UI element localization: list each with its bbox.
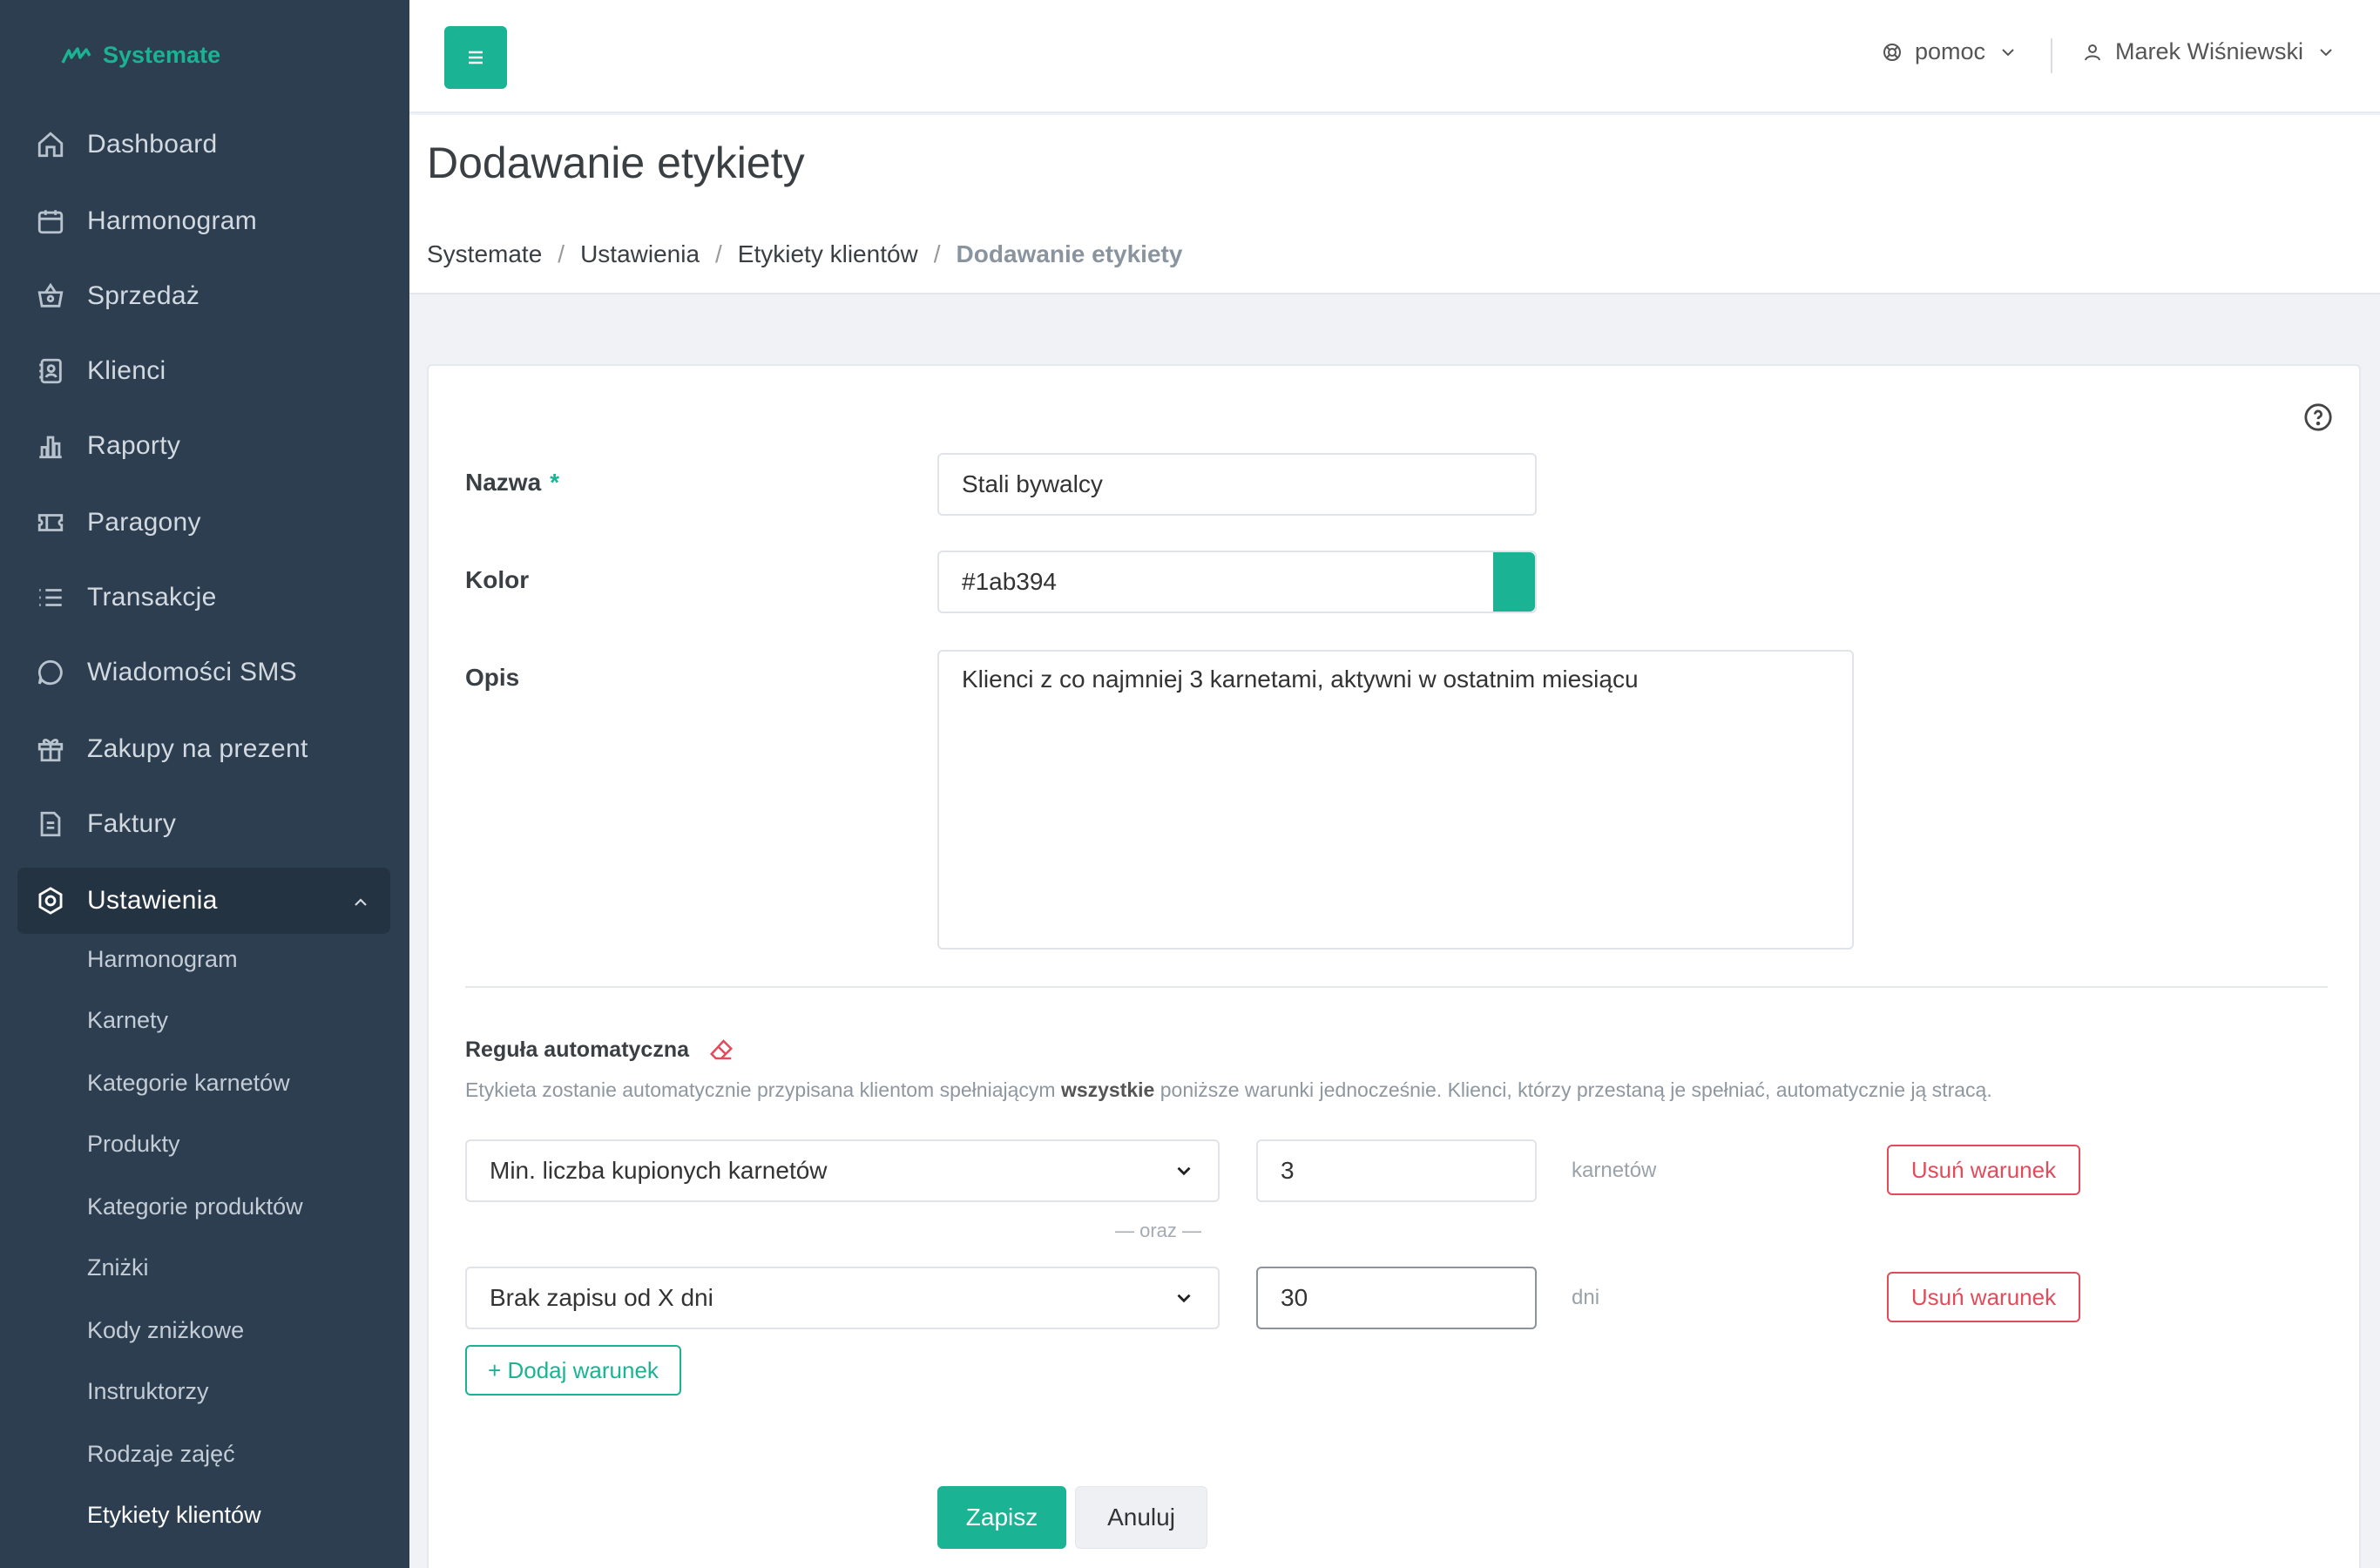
page-title: Dodawanie etykiety bbox=[427, 139, 805, 187]
sidebar-item-label: Faktury bbox=[87, 809, 177, 838]
condition-value-input[interactable]: 30 bbox=[1256, 1267, 1537, 1329]
brand-name: Systemate bbox=[103, 42, 221, 68]
condition-field-select[interactable]: Min. liczba kupionych karnetów bbox=[465, 1139, 1220, 1202]
sidebar-item-faktury[interactable]: Faktury bbox=[17, 791, 390, 857]
sidebar-item-sprzedaz[interactable]: Sprzedaż bbox=[17, 263, 390, 329]
save-button[interactable]: Zapisz bbox=[937, 1486, 1066, 1549]
breadcrumb-ustawienia[interactable]: Ustawienia bbox=[580, 240, 700, 268]
help-question-icon[interactable] bbox=[2303, 402, 2333, 432]
sidebar-item-zakupy-na-prezent[interactable]: Zakupy na prezent bbox=[17, 716, 390, 782]
sidebar-subitem-produkty[interactable]: Produkty bbox=[87, 1131, 180, 1158]
sidebar-item-label: Dashboard bbox=[87, 130, 218, 159]
remove-condition-button[interactable]: Usuń warunek bbox=[1887, 1145, 2080, 1195]
chevron-down-icon bbox=[2320, 48, 2332, 56]
sidebar-item-label: Transakcje bbox=[87, 583, 217, 612]
breadcrumb-systemate[interactable]: Systemate bbox=[427, 240, 542, 268]
chevron-up-icon bbox=[350, 890, 371, 911]
help-dropdown[interactable]: pomoc bbox=[1882, 38, 2018, 65]
sidebar-subitem-instruktorzy[interactable]: Instruktorzy bbox=[87, 1378, 209, 1405]
name-input[interactable]: Stali bywalcy bbox=[937, 453, 1537, 516]
sidebar-item-harmonogram[interactable]: Harmonogram bbox=[17, 188, 390, 254]
condition-field-select[interactable]: Brak zapisu od X dni bbox=[465, 1267, 1220, 1329]
ticket-icon bbox=[35, 507, 66, 538]
systemate-logo-icon bbox=[61, 46, 91, 64]
sidebar-subitem-kategorie-karnetow[interactable]: Kategorie karnetów bbox=[87, 1070, 290, 1097]
breadcrumb-separator: / bbox=[558, 240, 565, 267]
menu-toggle-button[interactable] bbox=[444, 26, 507, 89]
color-input[interactable]: #1ab394 bbox=[937, 551, 1537, 613]
condition-unit: karnetów bbox=[1572, 1159, 1657, 1182]
sidebar-subitem-karnety[interactable]: Karnety bbox=[87, 1007, 168, 1034]
description-textarea[interactable]: Klienci z co najmniej 3 karnetami, aktyw… bbox=[937, 650, 1854, 950]
sidebar-subitem-rodzaje-zajec[interactable]: Rodzaje zajęć bbox=[87, 1441, 235, 1468]
sidebar-item-klienci[interactable]: Klienci bbox=[17, 338, 390, 404]
condition-value-input[interactable]: 3 bbox=[1256, 1139, 1537, 1202]
basket-icon bbox=[35, 280, 66, 312]
sidebar-subitem-etykiety-klientow[interactable]: Etykiety klientów bbox=[87, 1502, 261, 1529]
breadcrumb-current: Dodawanie etykiety bbox=[956, 240, 1183, 267]
breadcrumb: Systemate / Ustawienia / Etykiety klient… bbox=[427, 240, 1182, 268]
document-icon bbox=[35, 808, 66, 840]
eraser-icon[interactable] bbox=[708, 1037, 734, 1063]
topbar: pomoc Marek Wiśniewski bbox=[409, 0, 2380, 113]
chevron-down-icon bbox=[1177, 1166, 1191, 1176]
remove-condition-button[interactable]: Usuń warunek bbox=[1887, 1272, 2080, 1322]
sidebar-item-label: Paragony bbox=[87, 508, 201, 537]
condition-joiner: — oraz — bbox=[1115, 1220, 1202, 1241]
sidebar-item-transakcje[interactable]: Transakcje bbox=[17, 564, 390, 631]
breadcrumb-separator: / bbox=[933, 240, 941, 267]
sidebar-item-ustawienia[interactable]: Ustawienia bbox=[17, 868, 390, 934]
chevron-down-icon bbox=[2002, 48, 2014, 56]
sidebar-subitem-znizki[interactable]: Zniżki bbox=[87, 1254, 149, 1281]
sidebar-item-label: Raporty bbox=[87, 431, 181, 460]
brand-logo[interactable]: Systemate bbox=[61, 42, 220, 69]
sidebar-item-label: Wiadomości SMS bbox=[87, 658, 297, 686]
color-label: Kolor bbox=[465, 566, 530, 593]
name-label: Nazwa * bbox=[465, 469, 560, 496]
page-header: Dodawanie etykiety Systemate / Ustawieni… bbox=[409, 115, 2380, 294]
topbar-divider bbox=[2051, 38, 2052, 73]
add-condition-button[interactable]: + Dodaj warunek bbox=[465, 1345, 681, 1396]
sidebar-item-label: Zakupy na prezent bbox=[87, 734, 308, 763]
rule-section-title: Reguła automatyczna bbox=[465, 1037, 734, 1063]
chevron-down-icon bbox=[1177, 1294, 1191, 1303]
rule-description: Etykieta zostanie automatycznie przypisa… bbox=[465, 1078, 1992, 1101]
settings-icon bbox=[35, 885, 66, 916]
color-swatch[interactable] bbox=[1493, 552, 1535, 612]
contacts-icon bbox=[35, 355, 66, 387]
breadcrumb-separator: / bbox=[715, 240, 722, 267]
lifebuoy-icon bbox=[1883, 43, 1901, 61]
form-card: Nazwa * Stali bywalcy Kolor #1ab394 Opis … bbox=[427, 364, 2361, 1568]
sidebar-item-label: Ustawienia bbox=[87, 886, 218, 915]
sidebar-item-raporty[interactable]: Raporty bbox=[17, 413, 390, 479]
breadcrumb-etykiety-klientow[interactable]: Etykiety klientów bbox=[738, 240, 918, 268]
calendar-icon bbox=[35, 206, 66, 237]
sidebar-subitem-kategorie-produktow[interactable]: Kategorie produktów bbox=[87, 1193, 303, 1220]
sidebar-item-wiadomosci-sms[interactable]: Wiadomości SMS bbox=[17, 639, 390, 706]
sidebar-item-paragony[interactable]: Paragony bbox=[17, 490, 390, 556]
bar-chart-icon bbox=[35, 430, 66, 462]
section-divider bbox=[465, 986, 2328, 988]
hamburger-icon bbox=[469, 51, 483, 64]
sidebar-item-label: Harmonogram bbox=[87, 206, 258, 235]
cancel-button[interactable]: Anuluj bbox=[1075, 1486, 1207, 1549]
required-mark: * bbox=[550, 469, 560, 496]
sidebar-subitem-kody-znizkowe[interactable]: Kody zniżkowe bbox=[87, 1317, 244, 1344]
user-name: Marek Wiśniewski bbox=[2115, 38, 2304, 64]
gift-icon bbox=[35, 733, 66, 765]
user-dropdown[interactable]: Marek Wiśniewski bbox=[2082, 38, 2336, 65]
help-label: pomoc bbox=[1915, 38, 1986, 64]
sidebar-subitem-harmonogram[interactable]: Harmonogram bbox=[87, 946, 238, 973]
chat-icon bbox=[35, 657, 66, 688]
list-icon bbox=[35, 582, 66, 613]
home-icon bbox=[35, 129, 66, 160]
condition-unit: dni bbox=[1572, 1286, 1600, 1309]
user-icon bbox=[2085, 44, 2100, 60]
sidebar-item-label: Sprzedaż bbox=[87, 281, 200, 310]
sidebar-item-label: Klienci bbox=[87, 356, 166, 385]
sidebar: Systemate Dashboard Harmonogram Sprzedaż… bbox=[0, 0, 409, 1568]
description-label: Opis bbox=[465, 664, 520, 691]
sidebar-item-dashboard[interactable]: Dashboard bbox=[17, 112, 390, 178]
